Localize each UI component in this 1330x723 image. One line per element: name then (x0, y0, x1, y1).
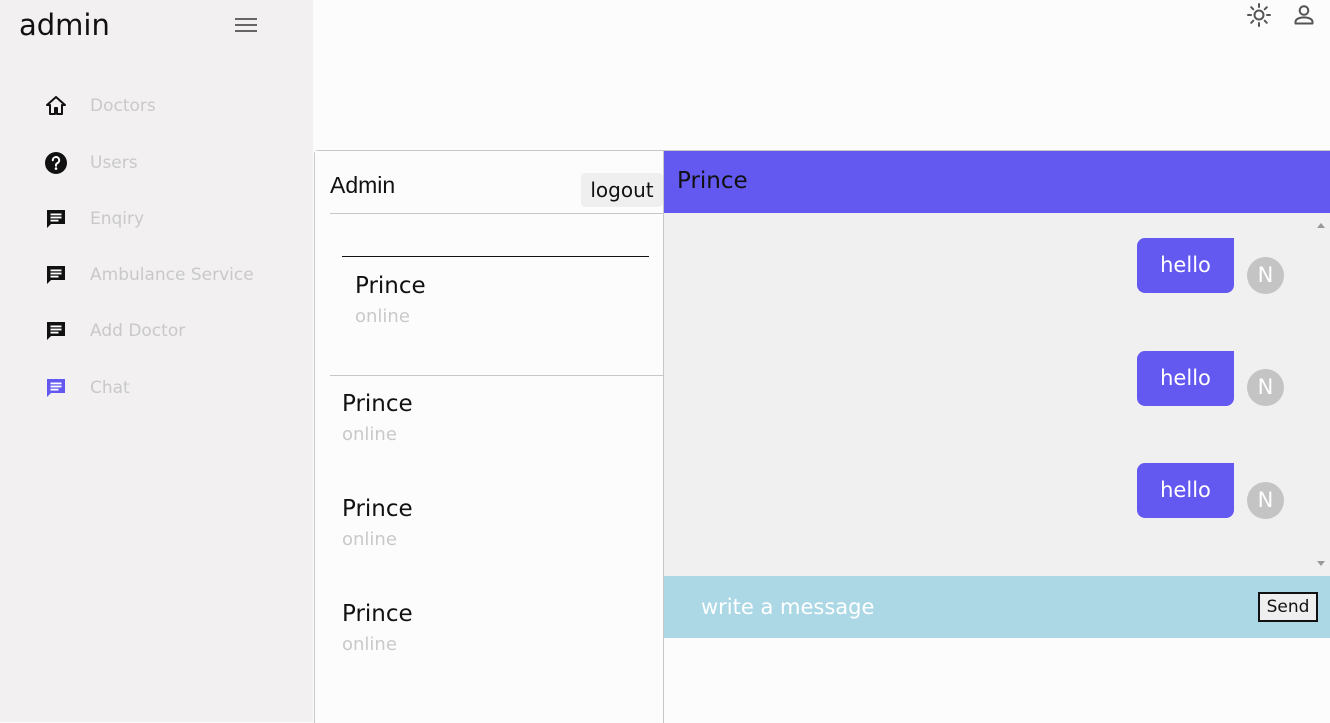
conversation-status: online (342, 424, 397, 445)
message-icon (42, 261, 70, 289)
conversation-panel-title: Admin (330, 172, 396, 198)
conversation-list: Admin logout Prince online Prince online… (315, 151, 664, 723)
help-circle-icon (42, 149, 70, 177)
sidebar-item-label: Chat (90, 378, 130, 398)
message-icon (42, 317, 70, 345)
send-button[interactable]: Send (1258, 592, 1318, 622)
message-list[interactable]: hello N hello N hello N (664, 213, 1330, 576)
divider (330, 375, 663, 376)
message-input[interactable] (688, 590, 1274, 624)
logout-button[interactable]: logout (581, 173, 663, 207)
sidebar-item-add-doctor[interactable]: Add Doctor (42, 316, 292, 346)
chat-header: Prince (664, 151, 1330, 213)
home-icon (42, 92, 70, 120)
user-icon[interactable] (1291, 2, 1317, 28)
message-icon (42, 374, 70, 402)
avatar: N (1247, 257, 1284, 294)
scroll-up-arrow-icon[interactable] (1317, 223, 1325, 228)
conversation-item[interactable]: Prince online (342, 601, 413, 655)
sidebar-item-label: Add Doctor (90, 321, 186, 341)
message-bubble: hello (1137, 351, 1234, 406)
conversation-item[interactable]: Prince online (355, 273, 426, 327)
sidebar-item-label: Enqiry (90, 209, 145, 229)
scroll-down-arrow-icon[interactable] (1317, 561, 1325, 566)
theme-toggle-icon[interactable] (1246, 2, 1272, 28)
conversation-item[interactable]: Prince online (342, 391, 413, 445)
message-panel: Prince hello N hello N hello N Send (664, 151, 1330, 723)
sidebar-item-users[interactable]: Users (42, 148, 292, 178)
conversation-name: Prince (342, 496, 413, 522)
conversation-name: Prince (355, 273, 426, 299)
conversation-name: Prince (342, 391, 413, 417)
message-icon (42, 205, 70, 233)
avatar: N (1247, 369, 1284, 406)
divider (330, 213, 663, 214)
chat-container: Admin logout Prince online Prince online… (314, 150, 1330, 723)
sidebar-item-enqiry[interactable]: Enqiry (42, 204, 292, 234)
sidebar-item-label: Users (90, 153, 138, 173)
search-user-input[interactable] (342, 227, 649, 257)
avatar: N (1247, 482, 1284, 519)
conversation-status: online (342, 529, 397, 550)
sidebar-item-doctors[interactable]: Doctors (42, 91, 292, 121)
hamburger-menu-icon[interactable] (233, 13, 259, 37)
sidebar: admin Doctors Users Enqiry Ambulance Ser… (0, 0, 313, 722)
conversation-status: online (355, 306, 410, 327)
message-bubble: hello (1137, 238, 1234, 293)
sidebar-item-chat[interactable]: Chat (42, 373, 292, 403)
app-brand: admin (19, 8, 110, 42)
chat-contact-name: Prince (677, 168, 748, 194)
message-bubble: hello (1137, 463, 1234, 518)
sidebar-item-label: Ambulance Service (90, 265, 254, 285)
conversation-name: Prince (342, 601, 413, 627)
sidebar-item-ambulance-service[interactable]: Ambulance Service (42, 260, 292, 290)
conversation-item[interactable]: Prince online (342, 496, 413, 550)
conversation-status: online (342, 634, 397, 655)
sidebar-item-label: Doctors (90, 96, 156, 116)
message-composer: Send (664, 576, 1330, 638)
